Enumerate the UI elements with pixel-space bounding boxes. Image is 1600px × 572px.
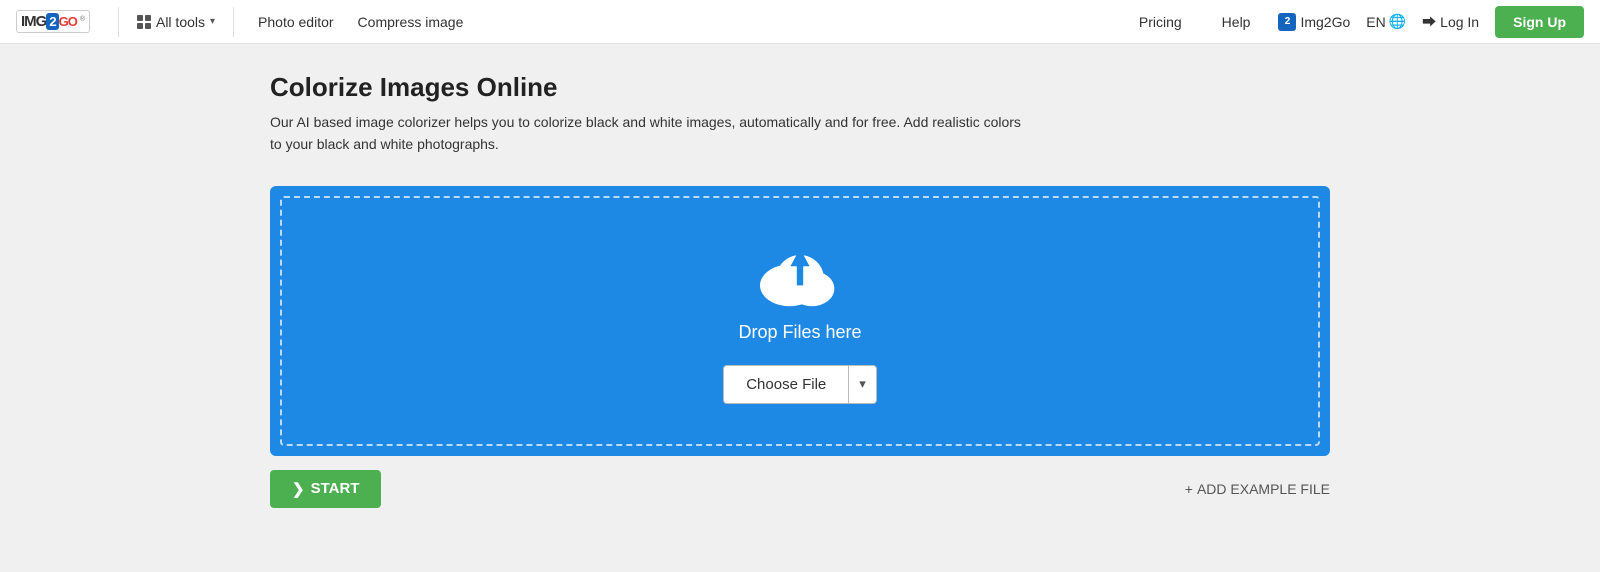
signup-button[interactable]: Sign Up [1495,6,1584,38]
logo-box: IMG2GO ® [16,10,90,33]
page-title: Colorize Images Online [270,72,1330,103]
choose-file-dropdown-button[interactable]: ▾ [848,366,876,403]
cloud-upload-icon [760,238,840,308]
lang-label: EN [1366,14,1385,30]
page-description: Our AI based image colorizer helps you t… [270,111,1030,156]
chevron-down-icon: ▾ [210,16,215,27]
compress-image-link[interactable]: Compress image [358,10,464,34]
start-label: START [311,480,360,497]
header-divider-2 [233,7,234,37]
header: IMG2GO ® All tools ▾ Photo editor Compre… [0,0,1600,44]
drop-text: Drop Files here [738,322,861,343]
drop-zone-wrapper[interactable]: Drop Files here Choose File ▾ [270,186,1330,456]
main-content: Colorize Images Online Our AI based imag… [250,44,1350,528]
img2go-icon: 2 [1278,13,1296,31]
img2go-link[interactable]: 2 Img2Go [1278,13,1350,31]
add-example-button[interactable]: + ADD EXAMPLE FILE [1185,481,1330,497]
choose-file-wrap[interactable]: Choose File ▾ [723,365,877,404]
choose-file-button[interactable]: Choose File [724,366,848,403]
help-link[interactable]: Help [1222,10,1251,34]
logo-img-text: IMG2GO [21,13,77,30]
language-button[interactable]: EN 🌐 [1366,13,1406,30]
globe-icon: 🌐 [1389,13,1406,30]
login-label: Log In [1440,14,1479,30]
photo-editor-link[interactable]: Photo editor [258,10,334,34]
start-button[interactable]: ❯ START [270,470,381,508]
add-example-plus-icon: + [1185,481,1193,497]
logo-reg: ® [80,16,85,23]
bottom-actions: ❯ START + ADD EXAMPLE FILE [270,470,1330,528]
logo-area[interactable]: IMG2GO ® [16,10,90,33]
header-right: Pricing Help 2 Img2Go EN 🌐 ⮕ Log In Sign… [1127,6,1584,38]
choose-file-chevron-icon: ▾ [859,376,866,392]
header-divider [118,7,119,37]
logo-two: 2 [46,13,58,30]
logo-go: GO [59,14,77,29]
pricing-link[interactable]: Pricing [1139,10,1182,34]
start-arrow-icon: ❯ [292,480,305,498]
img2go-label: Img2Go [1300,14,1350,30]
login-button[interactable]: ⮕ Log In [1422,12,1479,32]
logo-img-part: IMG [21,13,46,30]
add-example-label: ADD EXAMPLE FILE [1197,481,1330,497]
drop-zone[interactable]: Drop Files here Choose File ▾ [280,196,1320,446]
all-tools-button[interactable]: All tools ▾ [131,10,221,34]
all-tools-label: All tools [156,14,205,30]
grid-icon [137,15,151,29]
login-arrow-icon: ⮕ [1422,12,1436,32]
